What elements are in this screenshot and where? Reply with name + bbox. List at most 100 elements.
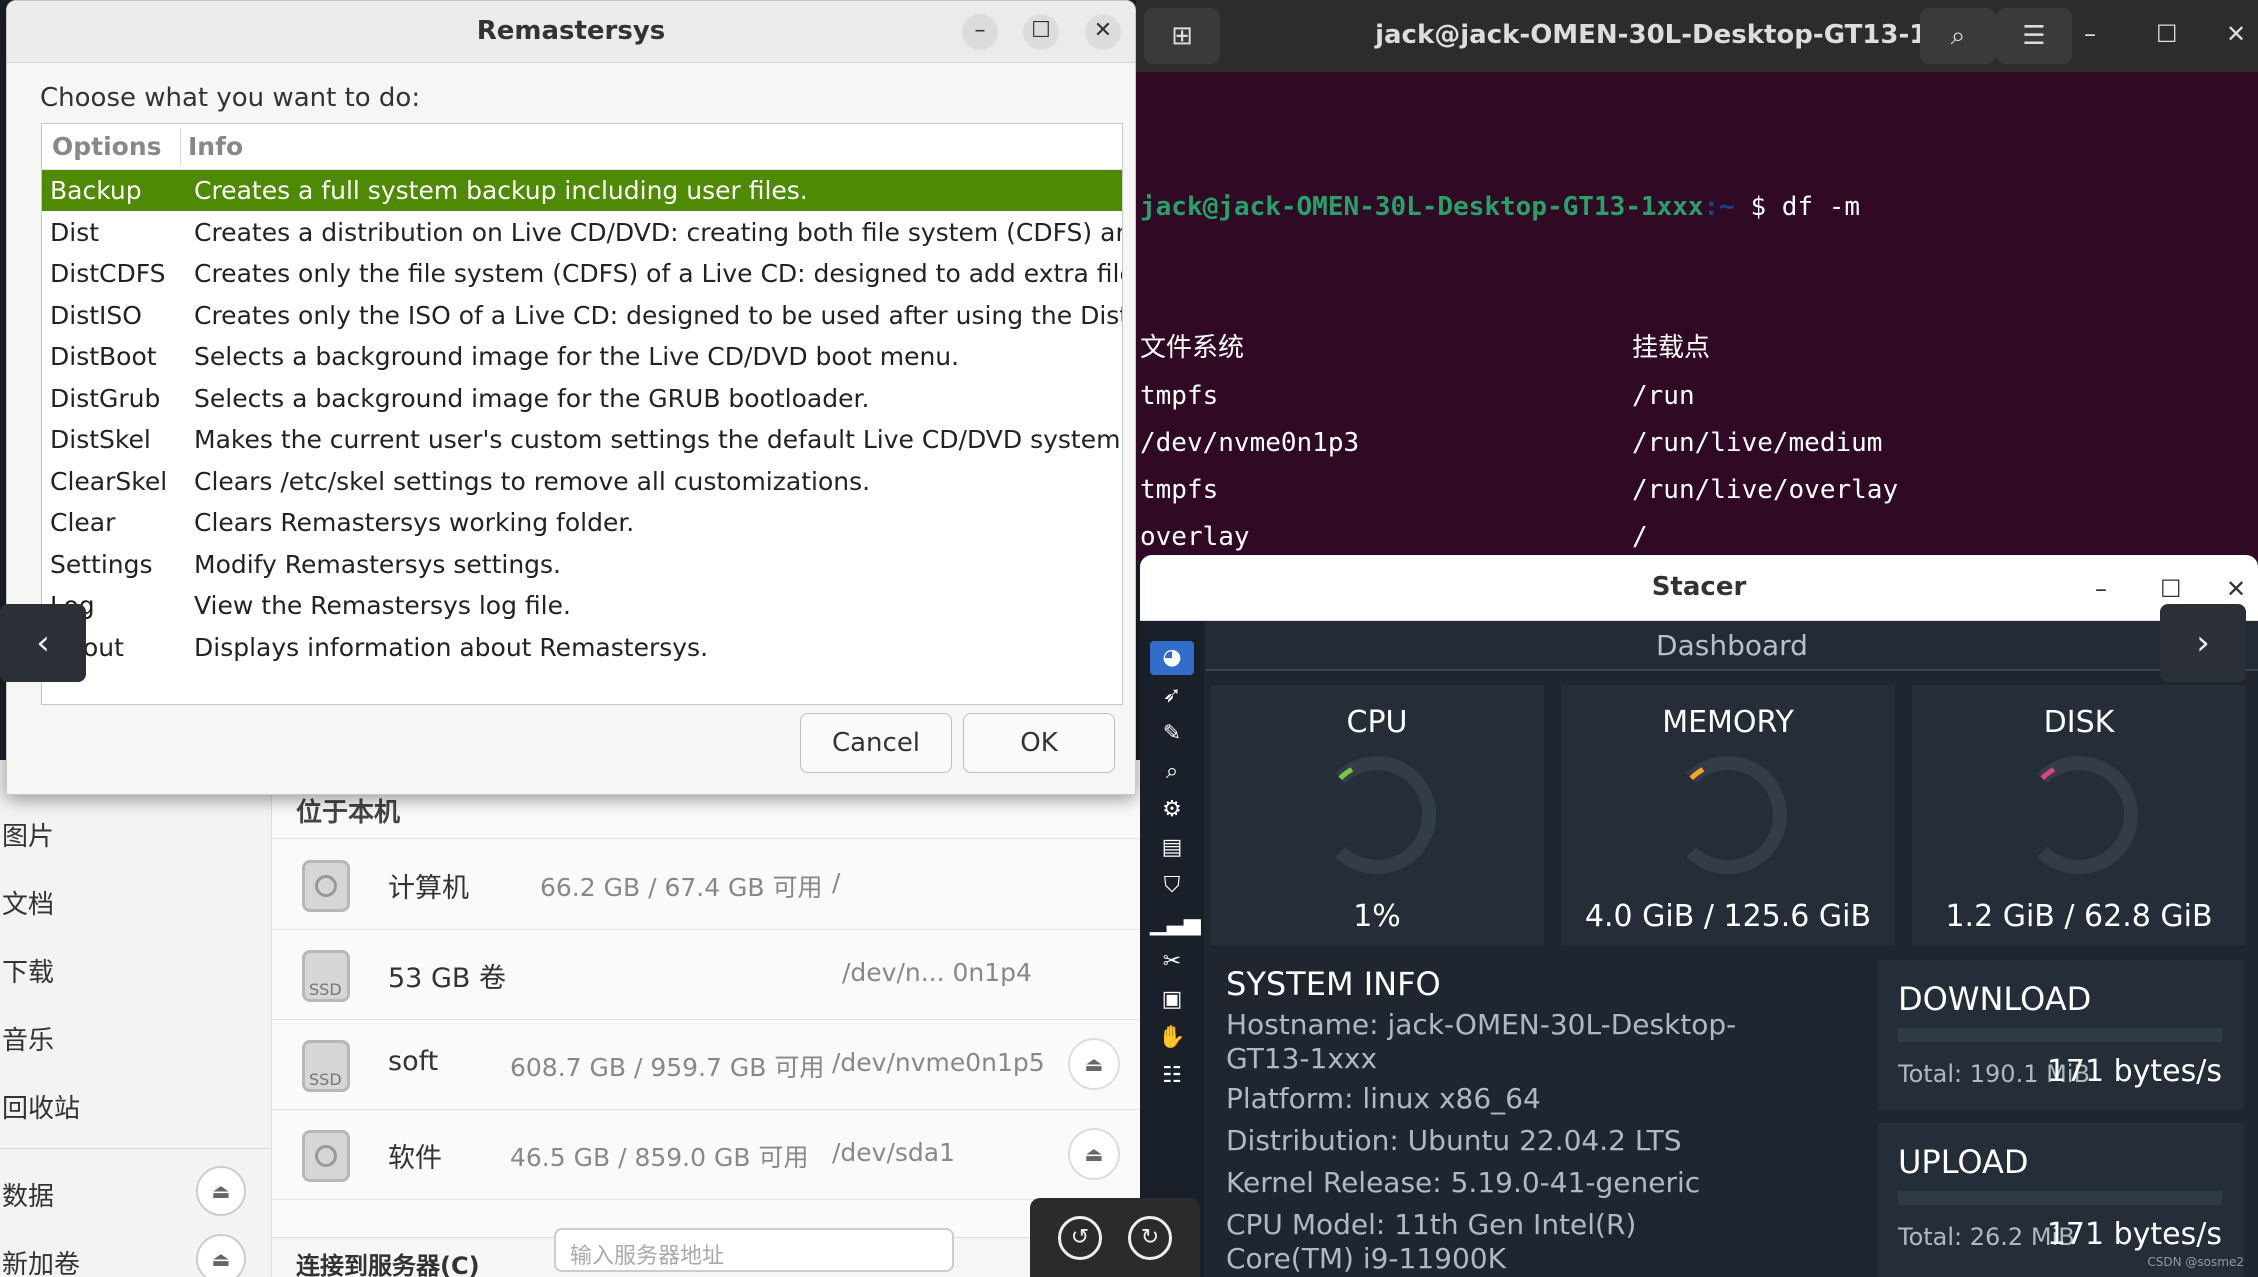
sidebar-separator	[0, 1148, 272, 1149]
close-icon[interactable]: ✕	[2226, 20, 2246, 48]
sidebar-item-music[interactable]: 音乐	[2, 1020, 54, 1057]
drive-name: 计算机	[388, 873, 469, 904]
sidebar-item-trash[interactable]: 回收站	[2, 1088, 80, 1125]
minimize-icon[interactable]: –	[2095, 575, 2107, 603]
option-row-distskel[interactable]: DistSkel Makes the current user's custom …	[42, 419, 1122, 460]
download-title: DOWNLOAD	[1898, 980, 2092, 1018]
search-icon[interactable]: ⌕	[1920, 8, 1996, 64]
df-row: tmpfs643031198631052%/run/live/overlay	[1140, 467, 1898, 514]
stacer-window: Stacer – ☐ ✕ ◕ ➶ ✎ ⌕ ⚙ ▤ ⛉ ▁▃▅ ✂ ▣ ✋ ☷ D…	[1140, 555, 2258, 1277]
option-name: DistISO	[50, 300, 142, 330]
upload-title: UPLOAD	[1898, 1143, 2029, 1181]
tab-dashboard[interactable]: Dashboard	[1206, 621, 2258, 671]
sidebar-item-data[interactable]: 数据	[2, 1176, 54, 1213]
server-address-input[interactable]: 输入服务器地址	[554, 1228, 954, 1272]
df-cell: /run	[1632, 381, 1695, 411]
option-row-log[interactable]: LogView the Remastersys log file.	[42, 585, 1122, 626]
startup-apps-icon[interactable]: ➶	[1150, 679, 1194, 713]
settings-icon[interactable]: ☷	[1150, 1059, 1194, 1093]
option-row-settings[interactable]: Settings Modify Remastersys settings.	[42, 544, 1122, 585]
option-name: Backup	[50, 176, 142, 205]
column-header-info[interactable]: Info	[188, 132, 243, 161]
option-name: Clear	[50, 508, 116, 537]
drive-size: 46.5 GB / 859.0 GB 可用	[510, 1143, 809, 1172]
cpu-label: CPU	[1346, 705, 1408, 740]
option-row-about[interactable]: About Displays information about Remaster…	[42, 627, 1122, 668]
drive-size: 608.7 GB / 959.7 GB 可用	[510, 1053, 825, 1082]
processes-icon[interactable]: ▤	[1150, 831, 1194, 865]
maximize-icon[interactable]: ☐	[2156, 20, 2178, 48]
option-row-distiso[interactable]: DistISO Creates only the ISO of a Live CD…	[42, 295, 1122, 336]
services-icon[interactable]: ⚙	[1150, 793, 1194, 827]
option-row-distboot[interactable]: DistBoot Selects a background image for t…	[42, 336, 1122, 377]
option-row-dist[interactable]: Dist Creates a distribution on Live CD/DV…	[42, 212, 1122, 253]
apt-repository-icon[interactable]: ▣	[1150, 983, 1194, 1017]
eject-new-volume-icon[interactable]: ⏏	[196, 1234, 246, 1277]
drive-row[interactable]: SSD soft 608.7 GB / 959.7 GB 可用 /dev/nvm…	[272, 1020, 1140, 1110]
rotate-left-icon[interactable]: ↺	[1058, 1216, 1102, 1260]
window-title: Stacer	[1651, 572, 1747, 602]
column-header-options[interactable]: Options	[52, 132, 162, 161]
df-cell: /run/live/overlay	[1632, 475, 1899, 505]
option-info: Selects a background image for the GRUB …	[194, 383, 870, 413]
upload-speed: 171 bytes/s	[2046, 1217, 2222, 1252]
previous-image-button[interactable]: ‹	[0, 604, 86, 682]
prompt-command: $ df -m	[1750, 192, 1861, 222]
memory-value: 4.0 GiB / 125.6 GiB	[1584, 899, 1872, 934]
drive-path: /dev/nvme0n1p5	[832, 1048, 1045, 1077]
hostname-line-2: GT13-1xxx	[1226, 1042, 1378, 1075]
option-row-distgrub[interactable]: DistGrub Selects a background image for t…	[42, 378, 1122, 419]
dashboard-icon[interactable]: ◕	[1150, 641, 1194, 675]
eject-data-icon[interactable]: ⏏	[196, 1166, 246, 1216]
option-row-distcdfs[interactable]: DistCDFS Creates only the file system (CD…	[42, 253, 1122, 294]
sidebar-item-downloads[interactable]: 下载	[2, 952, 54, 989]
uninstaller-icon[interactable]: ⛉	[1150, 869, 1194, 903]
option-row-clearskel[interactable]: ClearSkel Clears /etc/skel settings to re…	[42, 461, 1122, 502]
next-image-button[interactable]: ›	[2160, 604, 2246, 682]
drive-row[interactable]: 软件 46.5 GB / 859.0 GB 可用 /dev/sda1 ⏏	[272, 1110, 1140, 1200]
sidebar-item-pictures[interactable]: 图片	[2, 816, 54, 853]
close-icon[interactable]: ✕	[2226, 575, 2246, 603]
option-name: ClearSkel	[50, 466, 168, 496]
option-info: View the Remastersys log file.	[194, 591, 571, 620]
system-info-panel: SYSTEM INFO Hostname: jack-OMEN-30L-Desk…	[1210, 955, 1870, 1277]
close-icon[interactable]: ✕	[1085, 14, 1121, 50]
sidebar-item-documents[interactable]: 文档	[2, 884, 54, 921]
option-row-backup[interactable]: Backup Creates a full system backup inclu…	[42, 170, 1122, 211]
menu-icon[interactable]: ☰	[1996, 8, 2072, 64]
disk-gauge: DISK 1.2 GiB / 62.8 GiB	[1912, 685, 2246, 945]
df-header-cell: 文件系统	[1140, 333, 1245, 363]
df-row: tmpfs1286135128261%/run	[1140, 373, 1695, 420]
resources-icon[interactable]: ▁▃▅	[1150, 907, 1201, 941]
maximize-icon[interactable]: ☐	[1023, 14, 1059, 50]
search-icon[interactable]: ⌕	[1150, 755, 1194, 789]
cpu-value: 1%	[1353, 899, 1401, 934]
drive-row[interactable]: SSD 53 GB 卷 /dev/n... 0n1p4	[272, 930, 1140, 1020]
system-cleaner-icon[interactable]: ✎	[1150, 717, 1194, 751]
gnome-settings-icon[interactable]: ✋	[1150, 1021, 1194, 1055]
option-info: Creates a distribution on Live CD/DVD: c…	[194, 217, 1123, 247]
drive-path: /dev/n... 0n1p4	[842, 958, 1032, 987]
helpers-icon[interactable]: ✂	[1150, 945, 1194, 979]
download-panel: DOWNLOAD Total: 190.1 MiB 171 bytes/s	[1878, 960, 2244, 1110]
distribution-line: Distribution: Ubuntu 22.04.2 LTS	[1226, 1124, 1682, 1157]
cancel-button[interactable]: Cancel	[800, 713, 952, 773]
df-header-row: 文件系统1M的块已用可用已用%挂载点	[1140, 325, 1710, 373]
connect-label: 连接到服务器(C)	[296, 1252, 480, 1277]
df-row: /dev/nvme0n1p3103728278209580%/run/live/…	[1140, 420, 1882, 467]
sidebar-item-new-volume[interactable]: 新加卷	[2, 1244, 80, 1277]
terminal-output[interactable]: jack@jack-OMEN-30L-Desktop-GT13-1xxx:~ $…	[1140, 90, 1898, 560]
disk-value: 1.2 GiB / 62.8 GiB	[1945, 899, 2213, 934]
eject-icon[interactable]: ⏏	[1068, 1128, 1120, 1180]
option-info: Creates only the ISO of a Live CD: desig…	[194, 300, 1123, 330]
rotate-right-icon[interactable]: ↻	[1128, 1216, 1172, 1260]
cpu-gauge-arc	[1335, 756, 1436, 874]
option-row-clear[interactable]: Clear Clears Remastersys working folder.	[42, 502, 1122, 543]
eject-icon[interactable]: ⏏	[1068, 1038, 1120, 1090]
fm-sidebar: 图片 文档 下载 音乐 回收站 数据 ⏏ 新加卷 ⏏	[0, 760, 272, 1277]
drive-row[interactable]: 计算机 66.2 GB / 67.4 GB 可用 /	[272, 840, 1140, 930]
minimize-icon[interactable]: –	[962, 14, 998, 50]
ok-button[interactable]: OK	[963, 713, 1115, 773]
minimize-icon[interactable]: –	[2084, 20, 2096, 48]
maximize-icon[interactable]: ☐	[2160, 575, 2182, 603]
